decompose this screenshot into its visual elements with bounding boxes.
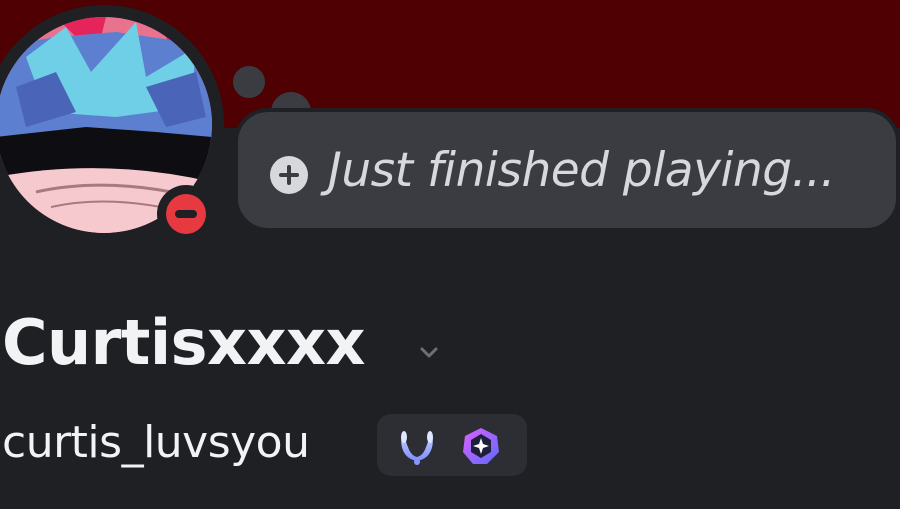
chevron-down-icon[interactable] bbox=[419, 343, 439, 363]
nitro-gem-badge-icon[interactable] bbox=[461, 426, 501, 466]
do-not-disturb-status-icon bbox=[166, 194, 206, 234]
add-status-plus-icon bbox=[270, 156, 308, 194]
display-name: Curtisxxxx bbox=[2, 306, 365, 379]
thought-bubble-dot-small bbox=[228, 61, 270, 103]
username: curtis_luvsyou bbox=[2, 417, 310, 468]
badge-container bbox=[377, 414, 527, 476]
laurel-wreath-badge-icon[interactable] bbox=[396, 425, 438, 467]
custom-status-placeholder: Just finished playing... bbox=[328, 142, 835, 198]
custom-status-bubble[interactable]: Just finished playing... bbox=[234, 108, 900, 232]
